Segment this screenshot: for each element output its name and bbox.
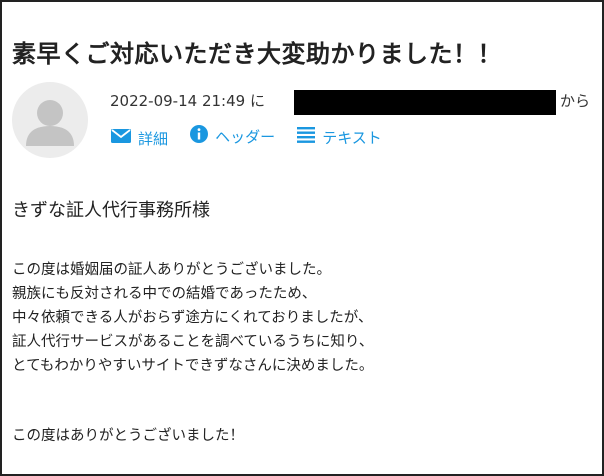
email-subject: 素早くご対応いただき大変助かりました！！: [12, 40, 502, 68]
body-line: 証人代行サービスがあることを調べているうちに知り、: [12, 334, 374, 350]
user-silhouette-icon: [26, 100, 74, 146]
from-suffix: から: [560, 92, 591, 110]
body-line: この度は婚姻届の証人ありがとうございました。: [12, 262, 331, 278]
body-line: 中々依頼できる人がおらず途方にくれておりましたが、: [12, 310, 373, 326]
body-line: とてもわかりやすいサイトできずなさんに決めました。: [12, 358, 374, 374]
email-frame: [0, 0, 604, 476]
body-line: 親族にも反対される中での結婚であったため、: [12, 286, 317, 302]
details-link[interactable]: 詳細: [110, 128, 168, 149]
email-closing: この度はありがとうございました！: [12, 428, 244, 444]
info-icon: [189, 124, 209, 148]
email-greeting: きずな証人代行事務所様: [12, 200, 210, 221]
sender-avatar: [12, 82, 88, 158]
list-lines-icon: [296, 126, 316, 148]
redacted-recipient: [294, 90, 556, 115]
header-link[interactable]: ヘッダー: [189, 124, 275, 148]
email-actions: 詳細 ヘッダー テキスト: [110, 124, 398, 150]
email-body: この度は婚姻届の証人ありがとうございました。 親族にも反対される中での結婚であっ…: [12, 258, 373, 378]
header-label: ヘッダー: [215, 127, 276, 146]
details-label: 詳細: [138, 129, 169, 148]
email-datetime: 2022-09-14 21:49: [110, 92, 246, 110]
text-label: テキスト: [322, 128, 382, 147]
email-meta: 2022-09-14 21:49 に から: [110, 88, 598, 115]
envelope-icon: [110, 128, 132, 148]
text-link[interactable]: テキスト: [296, 126, 382, 148]
to-particle: に: [249, 92, 265, 110]
